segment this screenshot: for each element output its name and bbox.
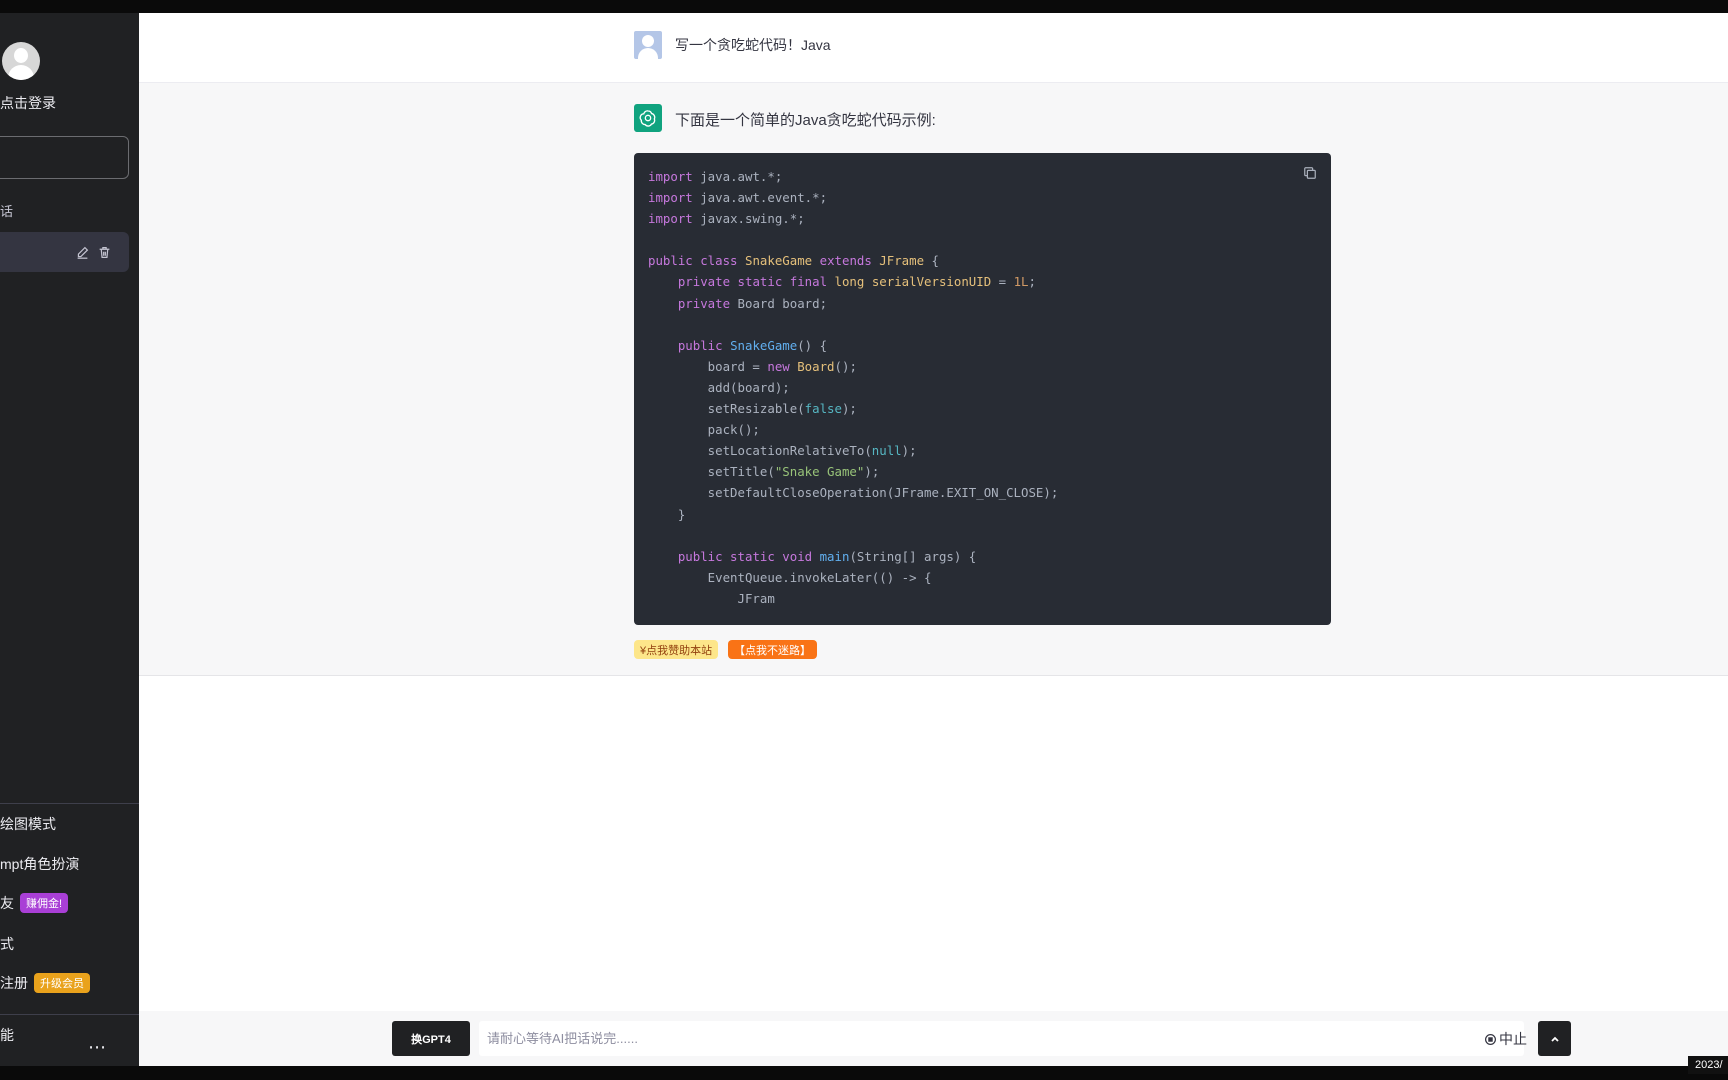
- sponsor-link[interactable]: ¥点我赞助本站: [634, 640, 719, 659]
- sidebar-item-prompt-roleplay[interactable]: mpt角色扮演: [0, 854, 79, 874]
- sidebar-divider: [0, 803, 139, 804]
- sidebar-item-invite[interactable]: 友 赚佣金!: [0, 893, 69, 913]
- upgrade-badge: 升级会员: [34, 973, 90, 993]
- code-content: import java.awt.*; import java.awt.event…: [648, 169, 1059, 606]
- sidebar-item-mode[interactable]: 式: [0, 934, 14, 954]
- trash-icon[interactable]: [96, 244, 112, 260]
- user-avatar: [634, 31, 662, 59]
- copy-icon[interactable]: [1301, 164, 1319, 182]
- openai-logo-icon: [634, 104, 662, 132]
- code-block: import java.awt.*; import java.awt.event…: [634, 153, 1331, 625]
- scroll-up-button[interactable]: [1538, 1021, 1571, 1056]
- avatar[interactable]: [2, 42, 40, 80]
- sidebar-item-draw-mode[interactable]: 绘图模式: [0, 814, 56, 834]
- stop-button[interactable]: 中止: [1484, 1029, 1527, 1049]
- new-chat-button[interactable]: [0, 136, 129, 179]
- sidebar-item-register[interactable]: 注册 升级会员: [0, 973, 90, 993]
- sidebar: 点击登录 话 绘图模式 mpt角色扮演 友 赚佣金! 式 注册 升级会员 能 ⋯: [0, 13, 139, 1066]
- more-icon[interactable]: ⋯: [88, 1037, 107, 1058]
- user-message-row: 写一个贪吃蛇代码！Java: [139, 13, 1728, 83]
- stop-icon: [1485, 1033, 1496, 1045]
- section-label: 话: [0, 204, 14, 219]
- sidebar-divider: [0, 1014, 139, 1015]
- guide-link[interactable]: 【点我不迷路】: [728, 640, 817, 659]
- assistant-message-row: 下面是一个简单的Java贪吃蛇代码示例: import java.awt.*; …: [139, 83, 1728, 676]
- switch-gpt4-button[interactable]: 换GPT4: [392, 1021, 470, 1056]
- user-message: 写一个贪吃蛇代码！Java: [675, 37, 831, 53]
- taskbar: [0, 1066, 1728, 1080]
- chat-input[interactable]: [479, 1021, 1524, 1056]
- main-chat-area: 写一个贪吃蛇代码！Java 下面是一个简单的Java贪吃蛇代码示例: impor…: [139, 13, 1728, 1066]
- chevron-up-icon: [1550, 1036, 1559, 1042]
- commission-badge: 赚佣金!: [20, 893, 69, 913]
- conversation-item[interactable]: [0, 232, 129, 272]
- assistant-intro: 下面是一个简单的Java贪吃蛇代码示例:: [675, 112, 936, 129]
- edit-icon[interactable]: [74, 244, 90, 260]
- timestamp: 2023/: [1688, 1056, 1728, 1074]
- input-area: 换GPT4 中止: [139, 1011, 1728, 1066]
- login-link[interactable]: 点击登录: [0, 93, 56, 113]
- top-bar: [0, 0, 1728, 13]
- sidebar-item-features[interactable]: 能: [0, 1025, 14, 1045]
